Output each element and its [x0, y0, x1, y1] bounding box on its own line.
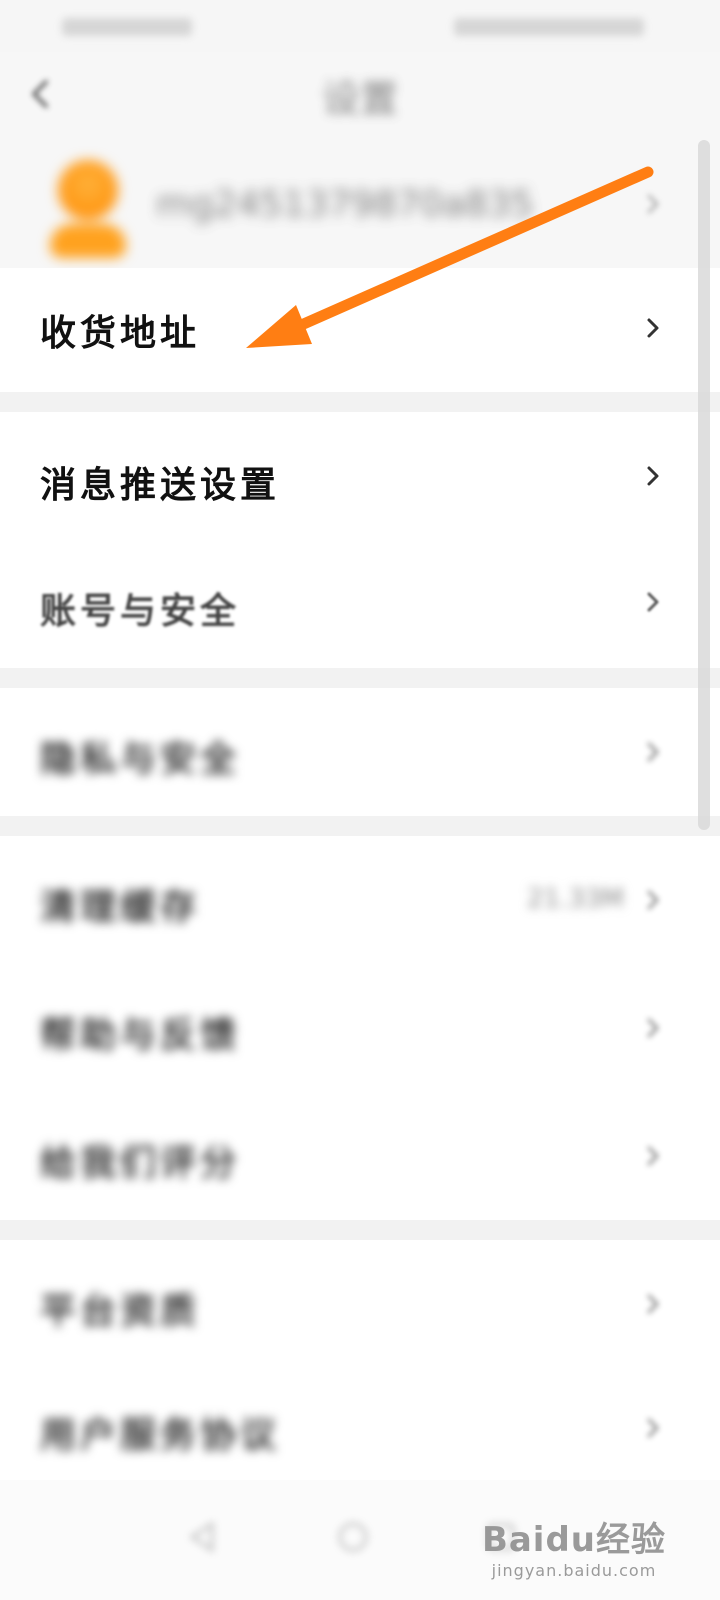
row-user-agreement[interactable]: 用户服务协议	[0, 1364, 720, 1492]
chevron-right-icon	[647, 592, 659, 612]
row-shipping-address[interactable]: 收货地址	[0, 268, 720, 396]
row-label: 账号与安全	[40, 590, 241, 632]
row-label: 清理缓存	[40, 886, 201, 928]
row-push-notification-settings[interactable]: 消息推送设置	[0, 412, 720, 540]
header-bar: 设置	[0, 52, 720, 140]
watermark-url: jingyan.baidu.com	[491, 1561, 657, 1580]
chevron-right-icon	[647, 1294, 659, 1314]
system-navigation-bar: Baidu经验 jingyan.baidu.com	[0, 1480, 720, 1600]
settings-card-address: 收货地址	[0, 268, 720, 392]
baidu-jingyan-watermark: Baidu经验 jingyan.baidu.com	[482, 1512, 666, 1580]
profile-username: mg2451379870a835	[156, 184, 534, 225]
row-label: 用户服务协议	[40, 1414, 281, 1456]
row-label: 帮助与反馈	[40, 1014, 241, 1056]
chevron-right-icon	[647, 318, 659, 338]
watermark-logo: Baidu经验	[481, 1520, 666, 1560]
settings-card-legal: 平台资质 用户服务协议	[0, 1240, 720, 1480]
row-account-security[interactable]: 账号与安全	[0, 540, 720, 668]
avatar	[50, 160, 126, 258]
row-rate-us[interactable]: 给我们评分	[0, 1092, 720, 1220]
row-platform-qualifications[interactable]: 平台资质	[0, 1240, 720, 1368]
chevron-right-icon	[647, 1018, 659, 1038]
row-privacy[interactable]: 隐私与安全	[0, 688, 720, 816]
chevron-right-icon	[647, 742, 659, 762]
row-label: 收货地址	[40, 312, 201, 354]
page-title: 设置	[321, 77, 398, 121]
nav-back-icon[interactable]	[186, 1520, 220, 1554]
status-bar-right-icons	[454, 18, 644, 36]
row-label: 平台资质	[40, 1290, 201, 1332]
chevron-right-icon	[647, 1146, 659, 1166]
status-bar-left-icons	[62, 18, 192, 36]
scrollbar[interactable]	[698, 140, 710, 830]
row-label: 消息推送设置	[40, 464, 281, 506]
avatar-body	[50, 224, 126, 258]
chevron-right-icon	[647, 466, 659, 486]
status-bar	[0, 0, 720, 52]
row-label: 隐私与安全	[40, 738, 241, 780]
nav-home-icon[interactable]	[336, 1520, 370, 1554]
cache-size-value: 21.33M	[527, 884, 624, 914]
settings-card-account: 消息推送设置 账号与安全	[0, 412, 720, 668]
chevron-right-icon	[647, 890, 659, 910]
chevron-right-icon	[647, 1418, 659, 1438]
settings-card-general: 清理缓存 21.33M 帮助与反馈 给我们评分	[0, 836, 720, 1220]
avatar-head	[58, 160, 118, 220]
row-help-feedback[interactable]: 帮助与反馈	[0, 964, 720, 1092]
row-label: 给我们评分	[40, 1142, 241, 1184]
chevron-right-icon	[647, 194, 659, 214]
row-clear-cache[interactable]: 清理缓存 21.33M	[0, 836, 720, 964]
settings-card-privacy: 隐私与安全	[0, 688, 720, 816]
